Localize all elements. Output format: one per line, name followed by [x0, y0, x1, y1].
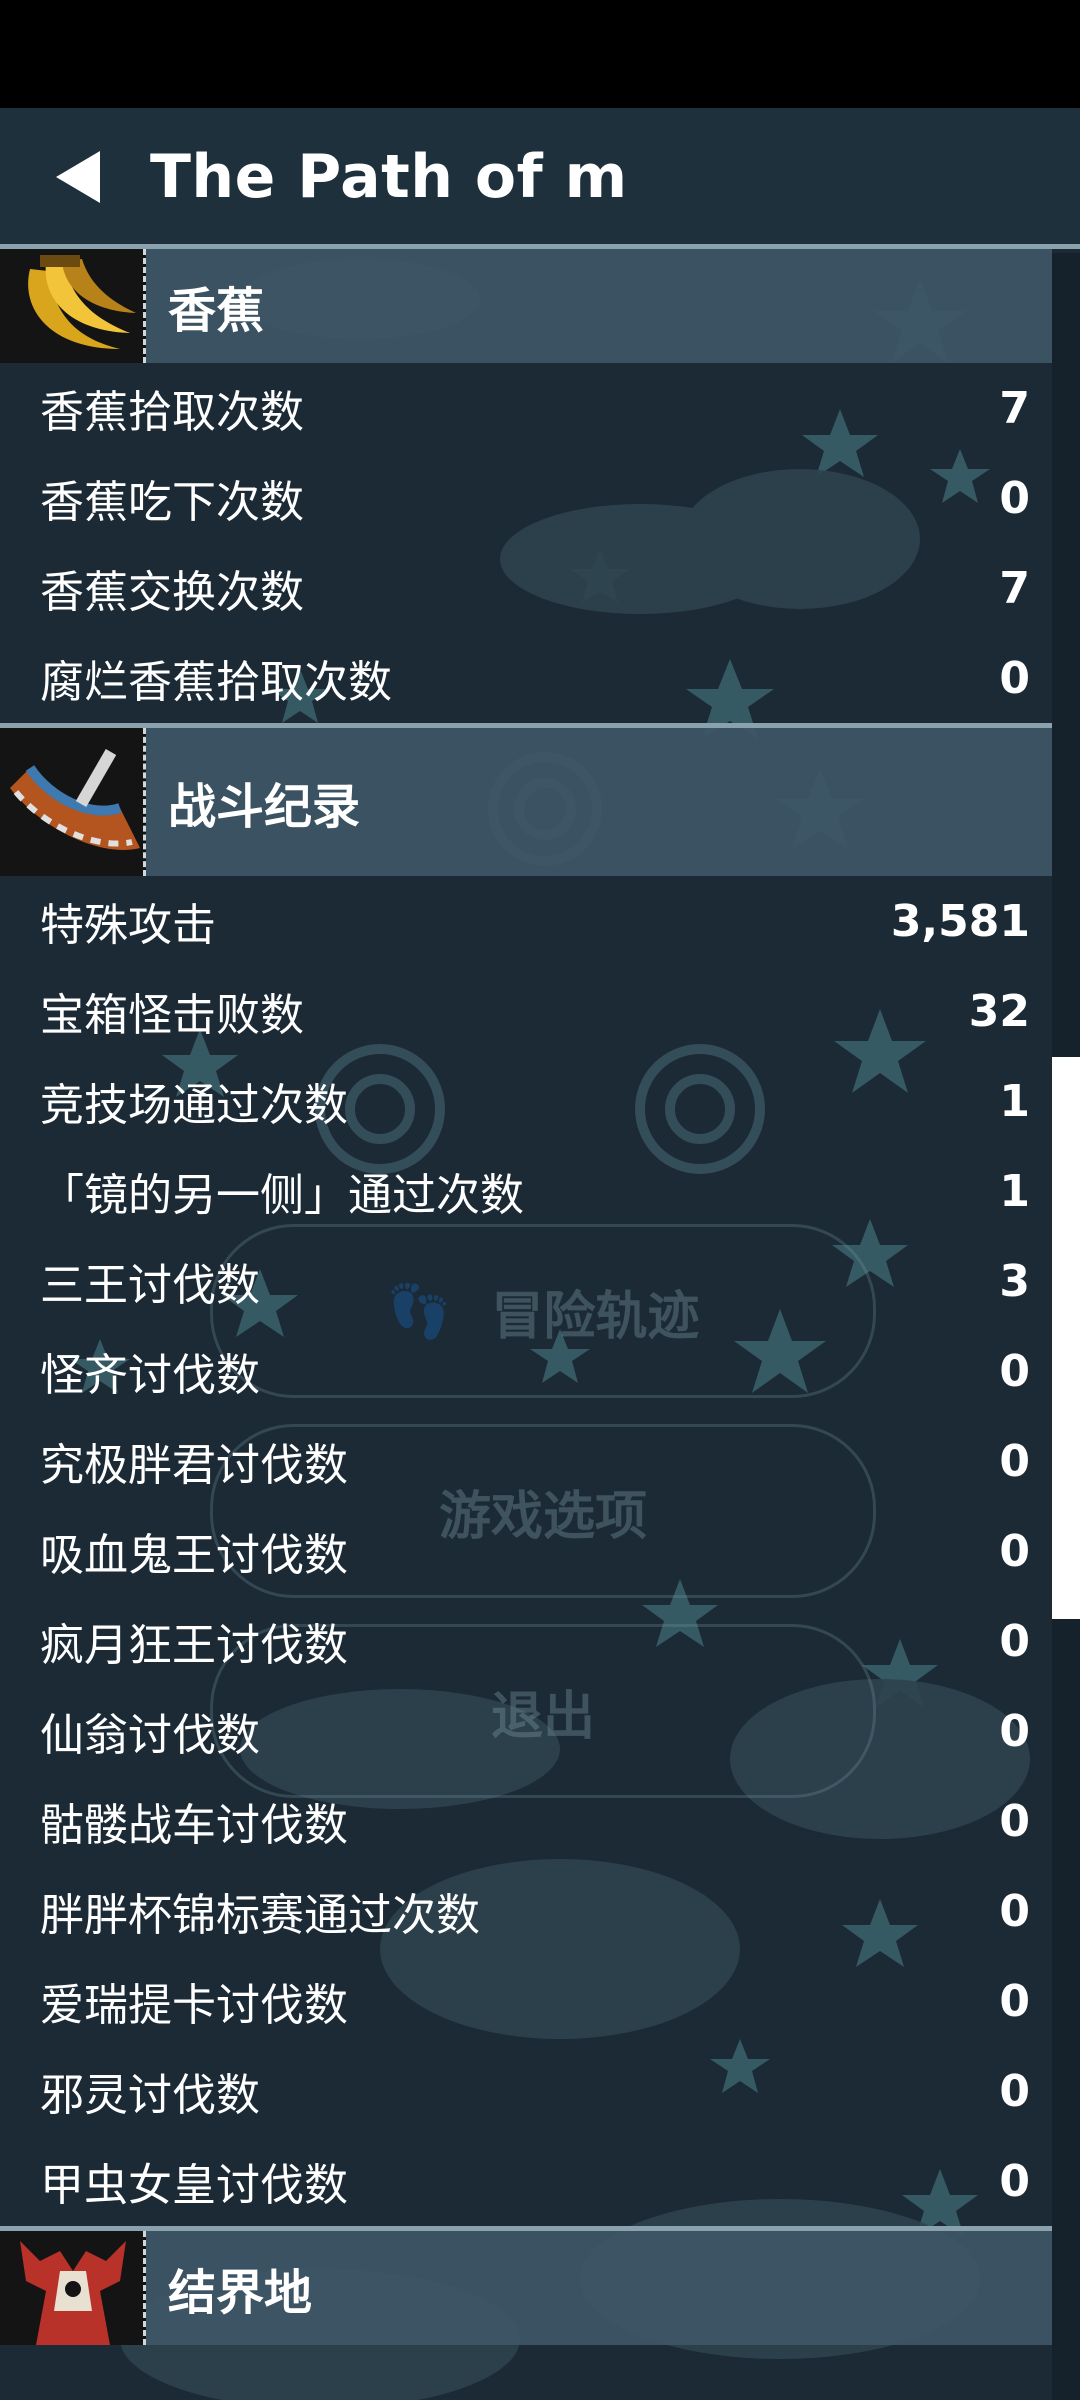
list-item: 疯月狂王讨伐数 0 — [0, 1596, 1052, 1686]
list-item: 怪齐讨伐数 0 — [0, 1326, 1052, 1416]
stat-value: 0 — [999, 1705, 1030, 1757]
list-item: 腐烂香蕉拾取次数 0 — [0, 633, 1052, 723]
list-item: 骷髅战车讨伐数 0 — [0, 1776, 1052, 1866]
scrollbar-thumb[interactable] — [1052, 1057, 1080, 1619]
list-item: 香蕉吃下次数 0 — [0, 453, 1052, 543]
list-item: 吸血鬼王讨伐数 0 — [0, 1506, 1052, 1596]
list-item: 甲虫女皇讨伐数 0 — [0, 2136, 1052, 2226]
stat-value: 0 — [999, 1795, 1030, 1847]
section-header-banana: 香蕉 — [0, 249, 1052, 363]
stat-value: 0 — [999, 2155, 1030, 2207]
stat-label: 疯月狂王讨伐数 — [40, 1620, 348, 1671]
stat-value: 0 — [999, 2065, 1030, 2117]
stat-value: 3,581 — [890, 895, 1030, 947]
list-item: 香蕉拾取次数 7 — [0, 363, 1052, 453]
status-bar — [0, 0, 1080, 108]
stat-value: 32 — [968, 985, 1030, 1037]
top-bar: The Path of m — [0, 108, 1080, 246]
stat-label: 邪灵讨伐数 — [40, 2070, 260, 2121]
stat-label: 三王讨伐数 — [40, 1260, 260, 1311]
stat-value: 1 — [999, 1165, 1030, 1217]
list-item: 三王讨伐数 3 — [0, 1236, 1052, 1326]
stat-value: 7 — [999, 562, 1030, 614]
stat-label: 「镜的另一侧」通过次数 — [40, 1170, 524, 1221]
stat-label: 特殊攻击 — [40, 900, 216, 951]
section-title-barrier: 结界地 — [168, 2265, 313, 2321]
list-item: 竞技场通过次数 1 — [0, 1056, 1052, 1146]
stat-value: 0 — [999, 472, 1030, 524]
list-item: 邪灵讨伐数 0 — [0, 2046, 1052, 2136]
stat-value: 0 — [999, 1435, 1030, 1487]
list-item: 「镜的另一侧」通过次数 1 — [0, 1146, 1052, 1236]
stat-label: 究极胖君讨伐数 — [40, 1440, 348, 1491]
list-item: 爱瑞提卡讨伐数 0 — [0, 1956, 1052, 2046]
back-arrow-icon — [56, 151, 100, 203]
stat-label: 仙翁讨伐数 — [40, 1710, 260, 1761]
stat-label: 怪齐讨伐数 — [40, 1350, 260, 1401]
stat-value: 0 — [999, 1345, 1030, 1397]
stat-label: 竞技场通过次数 — [40, 1080, 348, 1131]
section-title-battle: 战斗纪录 — [168, 779, 361, 835]
stat-label: 宝箱怪击败数 — [40, 990, 304, 1041]
stat-value: 0 — [999, 652, 1030, 704]
barrier-totem-icon — [0, 2231, 146, 2345]
stat-label: 香蕉拾取次数 — [40, 387, 304, 438]
stats-list[interactable]: 香蕉 香蕉拾取次数 7 香蕉吃下次数 0 香蕉交换次数 7 腐烂香蕉拾取次数 0… — [0, 249, 1052, 2345]
banana-icon — [0, 249, 146, 363]
stat-label: 香蕉吃下次数 — [40, 477, 304, 528]
list-item: 宝箱怪击败数 32 — [0, 966, 1052, 1056]
section-header-barrier: 结界地 — [0, 2231, 1052, 2345]
list-item: 仙翁讨伐数 0 — [0, 1686, 1052, 1776]
stat-value: 3 — [999, 1255, 1030, 1307]
stat-value: 0 — [999, 1525, 1030, 1577]
section-header-battle: 战斗纪录 — [0, 728, 1052, 876]
stat-value: 7 — [999, 382, 1030, 434]
section-title-banana: 香蕉 — [168, 283, 265, 339]
stat-value: 0 — [999, 1615, 1030, 1667]
battle-weapon-icon — [0, 728, 146, 876]
stat-label: 吸血鬼王讨伐数 — [40, 1530, 348, 1581]
stat-value: 0 — [999, 1885, 1030, 1937]
stat-label: 香蕉交换次数 — [40, 567, 304, 618]
stat-value: 0 — [999, 1975, 1030, 2027]
back-button[interactable] — [0, 108, 120, 246]
stat-value: 1 — [999, 1075, 1030, 1127]
stat-label: 腐烂香蕉拾取次数 — [40, 657, 392, 708]
stat-label: 甲虫女皇讨伐数 — [40, 2160, 348, 2211]
stat-label: 爱瑞提卡讨伐数 — [40, 1980, 348, 2031]
list-item: 胖胖杯锦标赛通过次数 0 — [0, 1866, 1052, 1956]
list-item: 特殊攻击 3,581 — [0, 876, 1052, 966]
stat-label: 胖胖杯锦标赛通过次数 — [40, 1890, 480, 1941]
page-title: The Path of m — [150, 142, 628, 212]
list-item: 香蕉交换次数 7 — [0, 543, 1052, 633]
list-item: 究极胖君讨伐数 0 — [0, 1416, 1052, 1506]
stat-label: 骷髅战车讨伐数 — [40, 1800, 348, 1851]
